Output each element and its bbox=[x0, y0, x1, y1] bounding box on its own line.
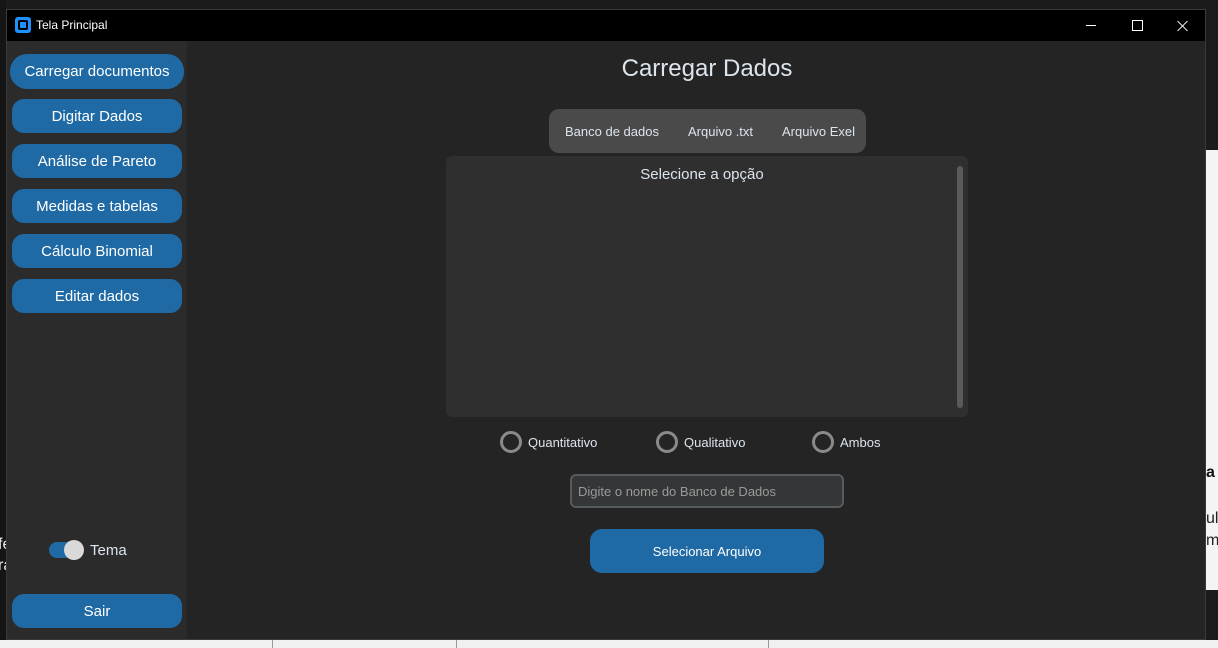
close-icon bbox=[1177, 20, 1189, 32]
minimize-button[interactable] bbox=[1068, 10, 1114, 41]
radio-quantitativo[interactable]: Quantitativo bbox=[500, 431, 597, 453]
app-logo-icon bbox=[15, 17, 31, 33]
select-file-button[interactable]: Selecionar Arquivo bbox=[590, 529, 824, 573]
desktop-background-bottom bbox=[0, 640, 1218, 648]
background-text-snippet: ul bbox=[1206, 510, 1218, 527]
desktop-background-right-top bbox=[1206, 0, 1218, 150]
radio-circle-icon bbox=[656, 431, 678, 453]
editar-dados-button[interactable]: Editar dados bbox=[12, 279, 182, 313]
page-title: Carregar Dados bbox=[621, 55, 793, 82]
panel-scrollbar[interactable] bbox=[957, 166, 963, 408]
radio-circle-icon bbox=[500, 431, 522, 453]
tab-arquivo-txt[interactable]: Arquivo .txt bbox=[688, 109, 753, 153]
maximize-button[interactable] bbox=[1114, 10, 1160, 41]
radio-qualitativo[interactable]: Qualitativo bbox=[656, 431, 745, 453]
panel-title: Selecione a opção bbox=[640, 166, 764, 183]
analise-de-pareto-button[interactable]: Análise de Pareto bbox=[12, 144, 182, 178]
theme-switch[interactable] bbox=[49, 540, 84, 560]
tab-banco-de-dados[interactable]: Banco de dados bbox=[565, 109, 659, 153]
theme-switch-knob bbox=[64, 540, 84, 560]
radio-label: Ambos bbox=[840, 434, 881, 450]
tab-arquivo-exel[interactable]: Arquivo Exel bbox=[782, 109, 855, 153]
app-window: Tela Principal Carregar documentos Digit… bbox=[6, 9, 1206, 640]
radio-ambos[interactable]: Ambos bbox=[812, 431, 880, 453]
radio-label: Quantitativo bbox=[528, 434, 598, 450]
radio-circle-icon bbox=[812, 431, 834, 453]
background-text-snippet: a bbox=[1206, 464, 1215, 481]
theme-label: Tema bbox=[90, 541, 127, 559]
sidebar: Carregar documentos Digitar Dados Anális… bbox=[7, 41, 187, 639]
theme-toggle-row: Tema bbox=[49, 540, 127, 560]
window-title: Tela Principal bbox=[36, 18, 108, 32]
radio-label: Qualitativo bbox=[684, 434, 746, 450]
maximize-icon bbox=[1131, 20, 1143, 31]
medidas-e-tabelas-button[interactable]: Medidas e tabelas bbox=[12, 189, 182, 223]
database-name-input[interactable] bbox=[570, 474, 844, 508]
exit-button[interactable]: Sair bbox=[12, 594, 182, 628]
close-button[interactable] bbox=[1160, 10, 1206, 41]
minimize-icon bbox=[1086, 25, 1096, 26]
calculo-binomial-button[interactable]: Cálculo Binomial bbox=[12, 234, 182, 268]
title-bar[interactable]: Tela Principal bbox=[7, 10, 1205, 41]
source-tabs: Banco de dados Arquivo .txt Arquivo Exel bbox=[549, 109, 866, 153]
carregar-documentos-button[interactable]: Carregar documentos bbox=[10, 54, 184, 89]
options-panel: Selecione a opção bbox=[446, 156, 968, 417]
digitar-dados-button[interactable]: Digitar Dados bbox=[12, 99, 182, 133]
background-text-snippet: m bbox=[1206, 532, 1218, 549]
